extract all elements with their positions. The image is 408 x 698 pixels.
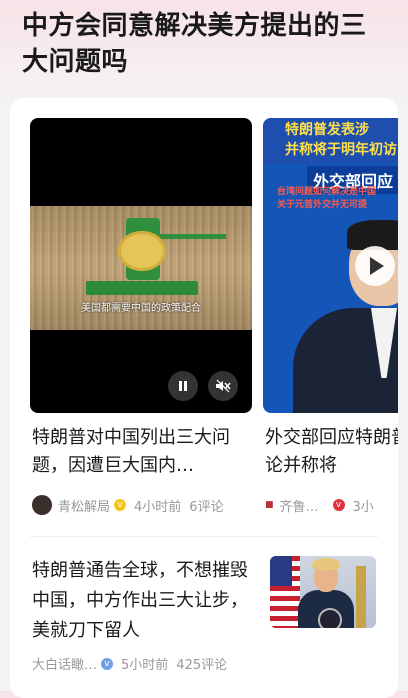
person-hair — [312, 558, 340, 570]
banner-line-1: 特朗普发表涉 — [285, 122, 369, 138]
source-logo-icon: ■ — [265, 500, 274, 510]
harvester-tank — [118, 231, 166, 271]
verified-badge-icon: v — [114, 499, 127, 511]
comment-count: 425评论 — [176, 658, 228, 673]
play-icon[interactable] — [355, 246, 395, 286]
comment-count: 6评论 — [189, 499, 224, 515]
harvester-auger — [156, 234, 226, 239]
article-meta: 大白话瞰… v 5小时前 425评论 — [32, 654, 372, 673]
flag-stand — [356, 566, 366, 628]
article-item[interactable]: 特朗普通告全球，不想摧毁中国，中方作出三大让步，美就刀下留人 大白话瞰… v 5… — [30, 556, 378, 686]
banner-line-2: 并称将于明年初访 — [285, 142, 397, 158]
verified-badge-icon: v — [332, 499, 345, 511]
verified-badge-icon: v — [101, 657, 114, 670]
video-player-1[interactable]: 美国都需要中国的政策配合 — [30, 118, 252, 413]
source-name[interactable]: 大白话瞰… — [32, 654, 97, 673]
podium-seal — [318, 608, 342, 628]
source-name[interactable]: 齐鲁… — [280, 496, 319, 515]
video-subtitle: 美国都需要中国的政策配合 — [81, 303, 201, 314]
overlay-sub-2: 关于元首外交并无可提 — [277, 200, 368, 210]
harvester-header — [86, 281, 198, 295]
overlay-sub-1: 台湾问题如何解决是中国 — [277, 187, 377, 197]
page-title: 中方会同意解决美方提出的三大问题吗 — [22, 11, 367, 77]
article-thumbnail[interactable] — [270, 556, 376, 628]
article-title[interactable]: 特朗普通告全球，不想摧毁中国，中方作出三大让步，美就刀下留人 — [32, 556, 264, 646]
us-flag-image — [270, 556, 300, 628]
avatar[interactable] — [32, 495, 52, 515]
mute-button[interactable] — [208, 371, 238, 401]
video-banner: 特朗普发表涉 并称将于明年初访 — [263, 118, 398, 164]
publish-time: 4小时前 — [134, 499, 182, 515]
source-name[interactable]: 青松解局 — [58, 496, 110, 515]
mute-icon — [215, 379, 231, 393]
pause-button[interactable] — [168, 371, 198, 401]
video-player-2[interactable]: 特朗普发表涉 并称将于明年初访 外交部回应 台湾问题如何解决是中国 关于元首外交… — [263, 118, 398, 413]
overlay-subtitle: 台湾问题如何解决是中国 关于元首外交并无可提 — [277, 186, 376, 212]
publish-time: 5小时前 — [121, 658, 169, 673]
video-meta-2: ■ 齐鲁… v 3小 — [265, 494, 398, 516]
pause-icon — [177, 380, 189, 392]
video-title-2[interactable]: 外交部回应特朗普涉台言论并称将 — [265, 424, 398, 480]
publish-time: 3小 — [352, 499, 374, 515]
divider — [30, 536, 378, 537]
video-title-1[interactable]: 特朗普对中国列出三大问题，因遭巨大国内… — [32, 424, 247, 480]
feed-card: 美国都需要中国的政策配合 特朗普对中国列出三大问题，因遭巨大国内… 青松解局 v… — [10, 98, 398, 698]
